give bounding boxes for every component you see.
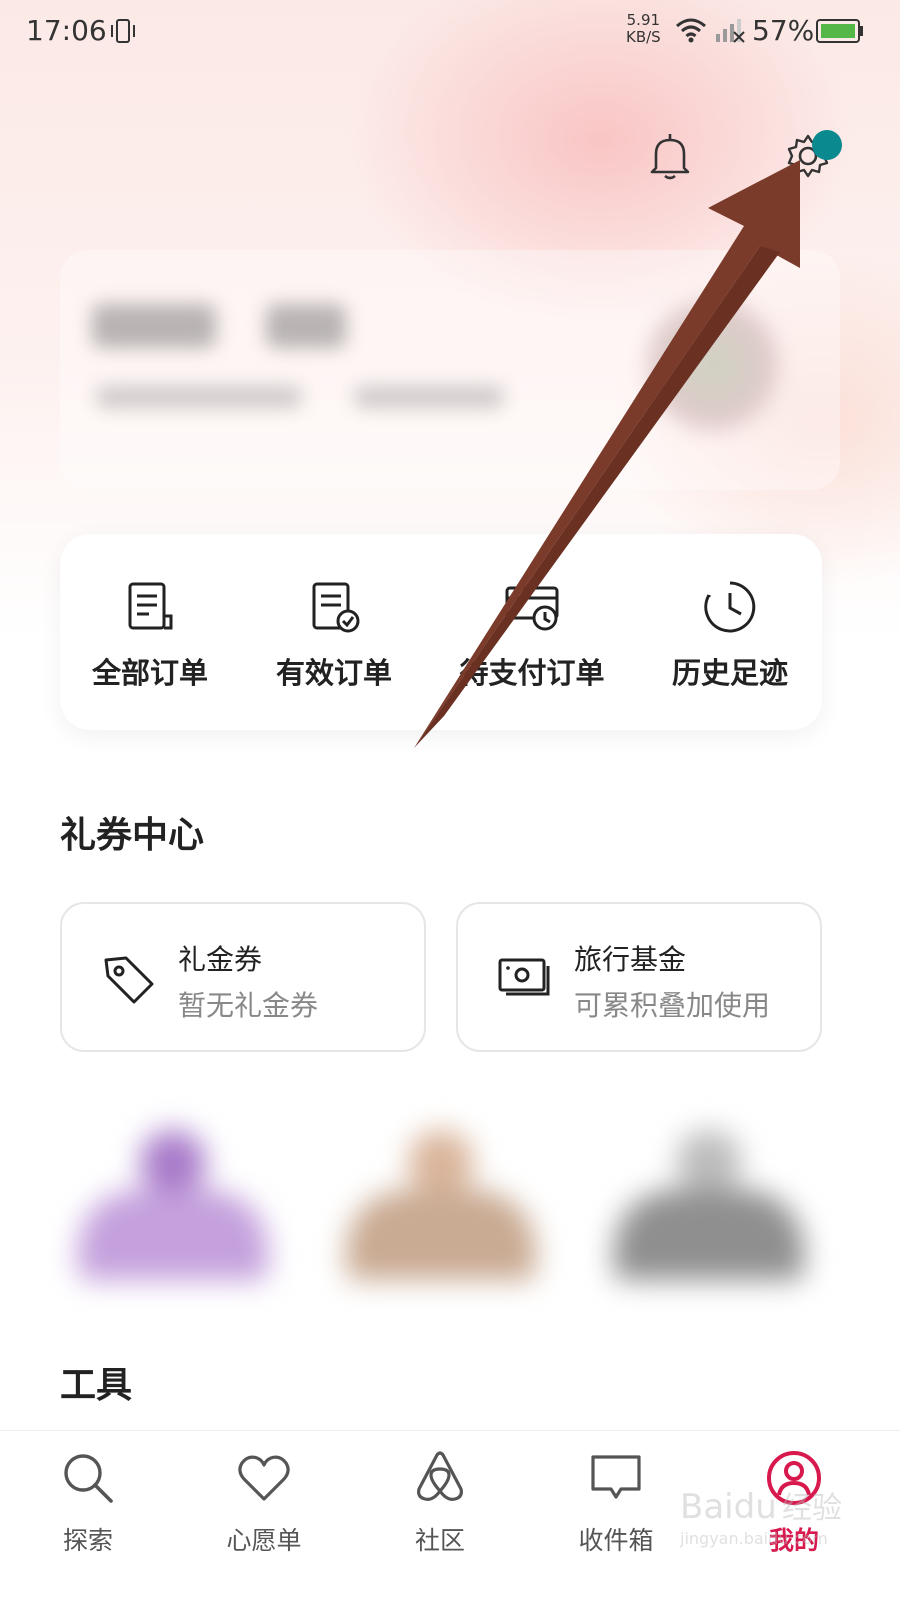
- tools-title: 工具: [60, 1365, 133, 1406]
- network-speed: 5.91 KB/S: [626, 12, 661, 46]
- network-speed-value: 5.91: [626, 11, 661, 29]
- document-icon: [128, 582, 173, 630]
- search-icon: [64, 1454, 113, 1503]
- nav-inbox-label: 收件箱: [578, 1526, 654, 1555]
- coupon-center-title: 礼券中心: [60, 815, 205, 856]
- travel-fund-card[interactable]: 旅行基金 可累积叠加使用: [456, 902, 822, 1052]
- order-valid-button[interactable]: 有效订单: [244, 578, 424, 692]
- history-clock-icon: [704, 581, 756, 633]
- airbnb-logo-icon: [417, 1451, 463, 1501]
- bell-icon: [650, 134, 690, 180]
- nav-explore[interactable]: 探索: [18, 1449, 158, 1557]
- ticket-clock-icon: [505, 586, 559, 631]
- heart-icon: [238, 1455, 290, 1501]
- tag-icon: [104, 956, 154, 1004]
- order-valid-label: 有效订单: [275, 656, 392, 690]
- document-check-icon: [312, 582, 360, 633]
- order-all-label: 全部订单: [91, 656, 208, 690]
- wifi-icon: [676, 18, 706, 43]
- svg-text:Baidu: Baidu: [680, 1487, 777, 1527]
- blurred-username: [92, 304, 216, 348]
- battery-percent: 57%: [752, 14, 815, 47]
- nav-explore-label: 探索: [62, 1526, 113, 1555]
- gift-coupon-subtitle: 暂无礼金券: [178, 989, 319, 1022]
- travel-fund-subtitle: 可累积叠加使用: [574, 989, 771, 1022]
- orders-card: 全部订单 有效订单 待支付订单 历史足迹: [60, 534, 822, 730]
- avatar[interactable]: [648, 300, 778, 430]
- blurred-promo-2[interactable]: [346, 1130, 536, 1280]
- blurred-promo-3[interactable]: [614, 1130, 804, 1280]
- order-pending-button[interactable]: 待支付订单: [442, 578, 622, 692]
- signal-icon: [716, 19, 745, 43]
- notifications-button[interactable]: [646, 130, 694, 182]
- history-label: 历史足迹: [671, 656, 788, 690]
- nav-wishlist[interactable]: 心愿单: [194, 1449, 334, 1557]
- status-bar: 17:06 5.91 KB/S 57%: [0, 0, 900, 64]
- blurred-username-part: [266, 304, 346, 348]
- nav-inbox[interactable]: 收件箱: [546, 1449, 686, 1557]
- travel-fund-title: 旅行基金: [574, 943, 687, 976]
- nav-community[interactable]: 社区: [370, 1449, 510, 1557]
- svg-text:经验: 经验: [782, 1491, 842, 1526]
- gift-coupon-card[interactable]: 礼金券 暂无礼金券: [60, 902, 426, 1052]
- cash-icon: [498, 958, 550, 996]
- blurred-profile-info: [96, 386, 302, 408]
- nav-community-label: 社区: [414, 1526, 465, 1555]
- blurred-profile-link: [354, 386, 504, 408]
- order-pending-label: 待支付订单: [459, 656, 605, 690]
- battery-icon: [816, 19, 863, 43]
- status-time: 17:06: [26, 14, 107, 47]
- watermark-logo: Baidu 经验 jingyan.baidu.com: [679, 1487, 842, 1548]
- svg-text:jingyan.baidu.com: jingyan.baidu.com: [679, 1529, 828, 1548]
- nav-wishlist-label: 心愿单: [226, 1526, 302, 1555]
- vibrate-icon: [111, 19, 135, 43]
- order-all-button[interactable]: 全部订单: [60, 578, 240, 692]
- network-speed-unit: KB/S: [626, 28, 661, 46]
- history-button[interactable]: 历史足迹: [640, 578, 820, 692]
- gift-coupon-title: 礼金券: [178, 943, 263, 976]
- notification-dot: [812, 130, 842, 160]
- blurred-promo-1[interactable]: [78, 1130, 268, 1280]
- message-icon: [591, 1455, 641, 1499]
